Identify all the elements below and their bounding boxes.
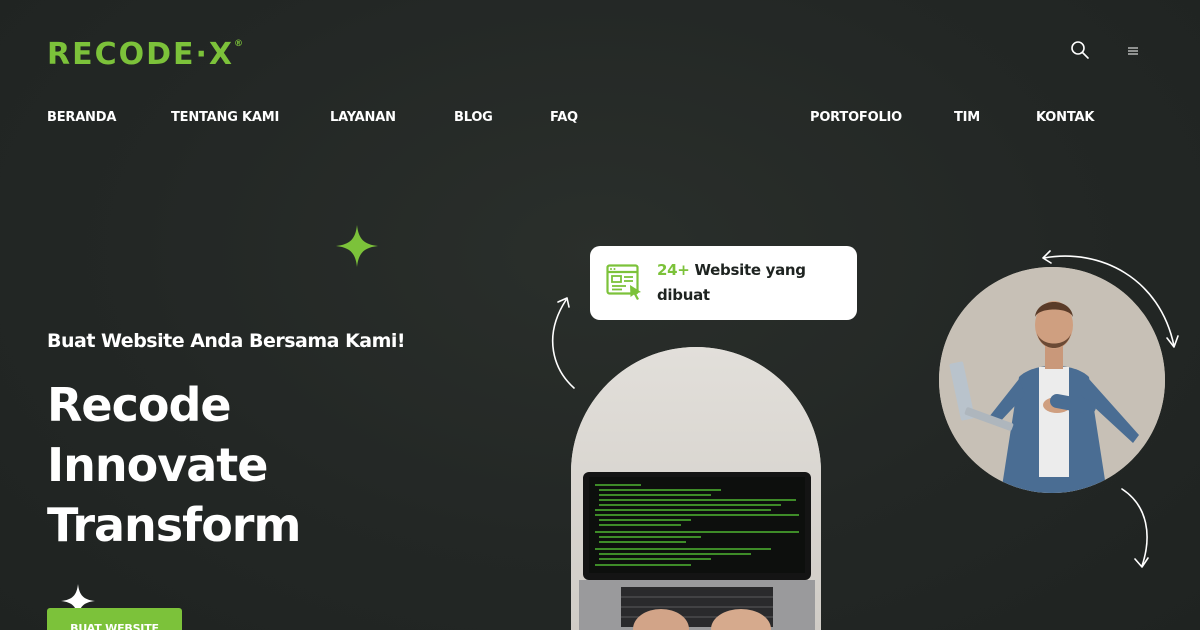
nav-item-tentang-kami[interactable]: TENTANG KAMI [171,110,279,125]
stat-card: 24+ Website yang dibuat [590,246,857,320]
nav-item-kontak[interactable]: KONTAK [1036,110,1094,125]
stat-label-line-2: dibuat [657,286,710,304]
create-website-button[interactable]: BUAT WEBSITE [47,608,182,630]
logo-text: RECODE·X [47,37,235,72]
website-click-icon [606,264,641,300]
hero-tagline: Buat Website Anda Bersama Kami! [47,330,406,352]
curved-arrow-bottom-icon [1121,488,1149,568]
green-sparkle-icon [336,225,378,267]
curved-arrow-top-icon [1042,250,1179,348]
search-icon [1071,41,1089,59]
menu-button[interactable] [1119,37,1147,65]
stat-text: 24+ Website yang dibuat [657,258,806,308]
hero-headline: Recode Innovate Transform [47,375,301,555]
laptop-coding-photo [571,347,821,630]
nav-item-tim[interactable]: TIM [954,110,980,125]
hamburger-menu-icon [1128,47,1138,55]
headline-line-1: Recode [47,378,232,432]
search-button[interactable] [1066,36,1094,64]
curved-arrow-icon [551,297,575,389]
headline-line-2: Innovate [47,438,268,492]
nav-item-faq[interactable]: FAQ [550,110,578,125]
stat-number: 24+ [657,261,690,279]
nav-item-layanan[interactable]: LAYANAN [330,110,396,125]
headline-line-3: Transform [47,498,301,552]
nav-item-blog[interactable]: BLOG [454,110,493,125]
nav-item-portofolio[interactable]: PORTOFOLIO [810,110,902,125]
nav-item-beranda[interactable]: BERANDA [47,110,116,125]
stat-label-line-1: Website yang [689,261,806,279]
brand-logo[interactable]: RECODE·X® [47,37,245,72]
registered-mark: ® [234,39,246,49]
